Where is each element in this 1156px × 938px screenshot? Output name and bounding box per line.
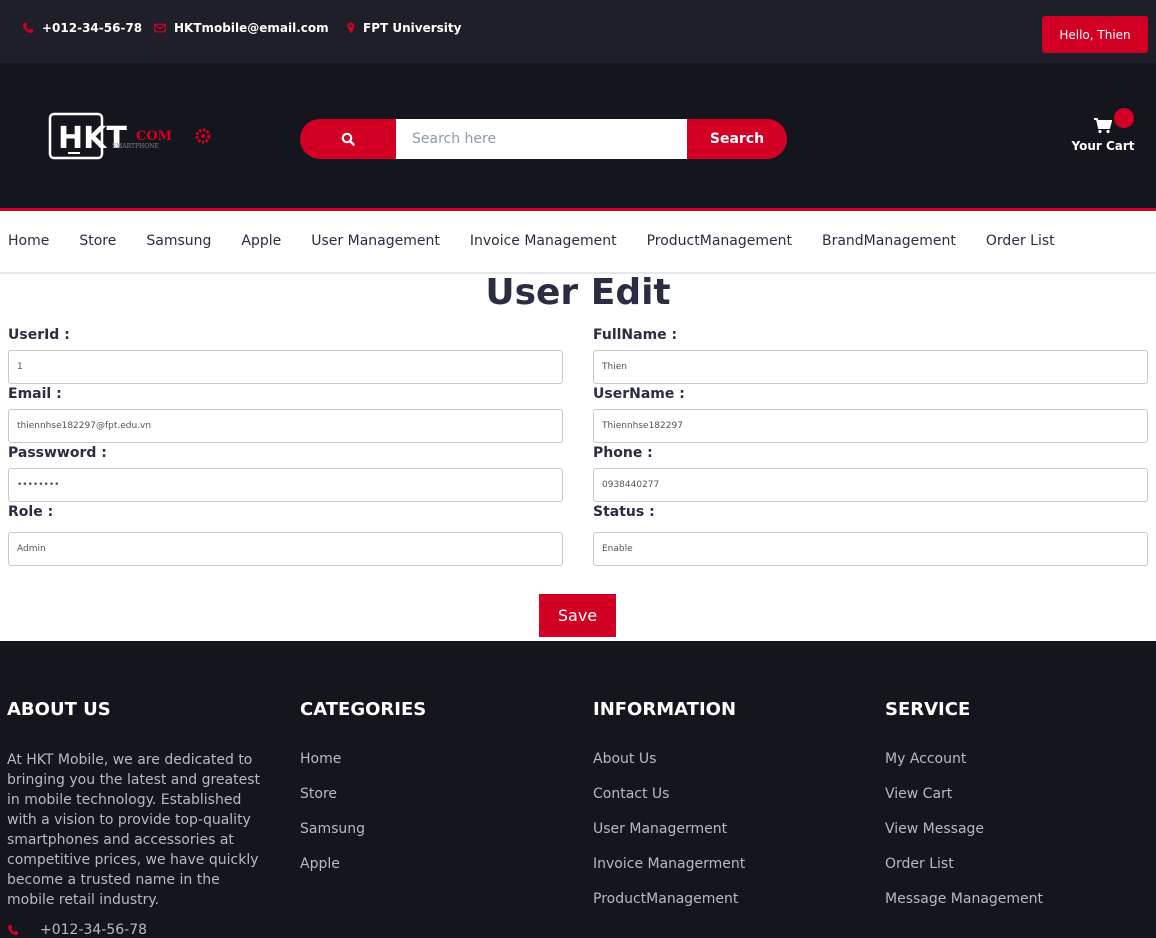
- nav-item-invoice-management[interactable]: Invoice Management: [470, 233, 617, 249]
- footer-link-contact-us[interactable]: Contact Us: [593, 786, 669, 802]
- footer-information-title: INFORMATION: [593, 699, 737, 720]
- username-field[interactable]: [593, 409, 1148, 443]
- topbar-phone-text: +012-34-56-78: [42, 21, 143, 35]
- shopping-cart-icon: [1094, 118, 1112, 134]
- envelope-icon: [154, 23, 166, 33]
- role-label: Role :: [8, 504, 54, 520]
- footer-link-product-management[interactable]: ProductManagement: [593, 891, 738, 907]
- search-icon-box[interactable]: [300, 119, 396, 159]
- nav-item-store[interactable]: Store: [79, 233, 116, 249]
- footer-link-user-management[interactable]: User Managerment: [593, 821, 727, 837]
- topbar-phone[interactable]: +012-34-56-78: [22, 20, 142, 36]
- footer-link-view-message[interactable]: View Message: [885, 821, 984, 837]
- logo-suffix: COM: [136, 129, 172, 144]
- footer-link-my-account[interactable]: My Account: [885, 751, 966, 767]
- cart-count-badge: [1114, 108, 1134, 128]
- footer-about-text: At HKT Mobile, we are dedicated to bring…: [7, 752, 260, 908]
- nav-item-samsung[interactable]: Samsung: [146, 233, 211, 249]
- footer-phone[interactable]: +012-34-56-78: [7, 922, 147, 938]
- nav-item-product-management[interactable]: ProductManagement: [647, 233, 792, 249]
- footer-link-home[interactable]: Home: [300, 751, 341, 767]
- footer-link-order-list[interactable]: Order List: [885, 856, 954, 872]
- gear-icon: [195, 128, 211, 144]
- email-label: Email :: [8, 386, 62, 402]
- footer-link-samsung[interactable]: Samsung: [300, 821, 365, 837]
- search-input[interactable]: [396, 119, 687, 159]
- email-field[interactable]: [8, 409, 563, 443]
- footer: ABOUT US At HKT Mobile, we are dedicated…: [0, 641, 1156, 938]
- status-field[interactable]: [593, 532, 1148, 566]
- nav-list: Home Store Samsung Apple User Management…: [8, 233, 1085, 249]
- nav-item-order-list[interactable]: Order List: [986, 233, 1055, 249]
- nav-item-brand-management[interactable]: BrandManagement: [822, 233, 956, 249]
- map-marker-icon: [347, 22, 355, 34]
- password-field[interactable]: [8, 468, 563, 502]
- footer-link-about-us[interactable]: About Us: [593, 751, 656, 767]
- save-button[interactable]: Save: [539, 594, 616, 637]
- userid-field[interactable]: [8, 350, 563, 384]
- main-nav: Home Store Samsung Apple User Management…: [0, 211, 1156, 274]
- phone-icon: [23, 23, 33, 33]
- fullname-label: FullName :: [593, 327, 678, 343]
- footer-link-store[interactable]: Store: [300, 786, 337, 802]
- footer-link-apple[interactable]: Apple: [300, 856, 340, 872]
- status-label: Status :: [593, 504, 655, 520]
- logo-tagline: SMARTPHONE: [112, 143, 159, 150]
- footer-link-invoice-management[interactable]: Invoice Managerment: [593, 856, 745, 872]
- phone-icon: [8, 925, 18, 935]
- nav-item-user-management[interactable]: User Management: [311, 233, 440, 249]
- logo-text: HKT: [58, 121, 127, 156]
- cart-label: Your Cart: [1071, 139, 1135, 153]
- topbar-email[interactable]: HKTmobile@email.com: [154, 20, 329, 36]
- footer-link-view-cart[interactable]: View Cart: [885, 786, 952, 802]
- password-label: Passwword :: [8, 445, 107, 461]
- topbar-location-text: FPT University: [363, 21, 462, 35]
- role-field[interactable]: [8, 532, 563, 566]
- username-label: UserName :: [593, 386, 685, 402]
- topbar-location[interactable]: FPT University: [347, 20, 461, 36]
- nav-item-home[interactable]: Home: [8, 233, 49, 249]
- footer-link-message-management[interactable]: Message Management: [885, 891, 1043, 907]
- site-logo[interactable]: HKT COM SMARTPHONE: [48, 112, 218, 164]
- footer-about-title: ABOUT US: [7, 699, 111, 720]
- footer-service-title: SERVICE: [885, 699, 971, 720]
- fullname-field[interactable]: [593, 350, 1148, 384]
- search-bar: Search: [300, 119, 787, 159]
- nav-item-apple[interactable]: Apple: [241, 233, 281, 249]
- search-icon: [341, 132, 355, 146]
- account-greeting-button[interactable]: Hello, Thien: [1042, 16, 1148, 53]
- footer-categories-title: CATEGORIES: [300, 699, 427, 720]
- footer-phone-text: +012-34-56-78: [40, 922, 148, 938]
- search-button[interactable]: Search: [687, 119, 787, 159]
- top-bar: +012-34-56-78 HKTmobile@email.com FPT Un…: [0, 0, 1156, 63]
- phone-label: Phone :: [593, 445, 653, 461]
- cart-link[interactable]: Your Cart: [1066, 108, 1140, 158]
- page-title: User Edit: [485, 272, 671, 313]
- userid-label: UserId :: [8, 327, 70, 343]
- topbar-email-text: HKTmobile@email.com: [174, 21, 329, 35]
- phone-field[interactable]: [593, 468, 1148, 502]
